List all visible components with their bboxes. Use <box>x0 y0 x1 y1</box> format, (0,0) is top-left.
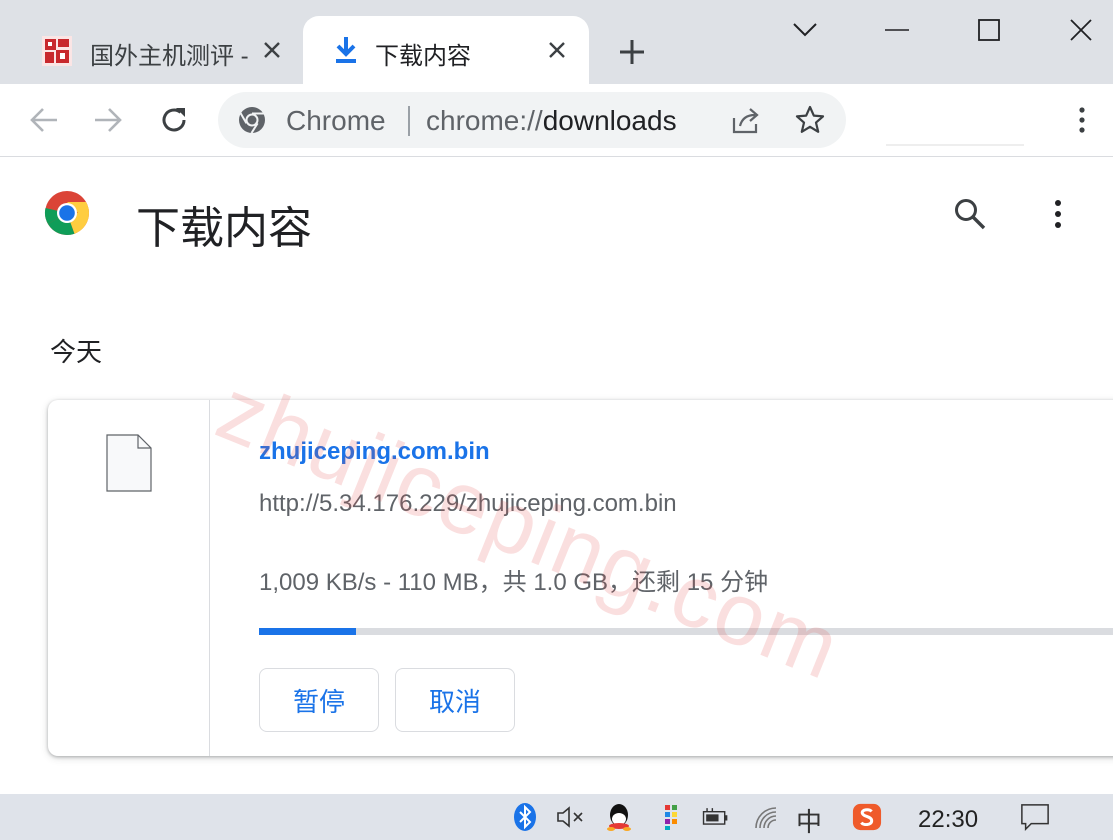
page-more-button[interactable] <box>1046 196 1070 232</box>
scheme-label: Chrome <box>286 105 386 136</box>
share-icon[interactable] <box>730 104 762 136</box>
address-bar[interactable]: Chrome chrome://downloads <box>218 92 846 148</box>
close-icon[interactable] <box>543 36 571 64</box>
tab-title: 国外主机测评 - <box>90 43 249 70</box>
qq-icon[interactable] <box>604 802 634 832</box>
toolbar-extension-area <box>886 144 1024 146</box>
date-heading: 今天 <box>50 337 103 367</box>
ime-indicator[interactable]: 中 <box>796 802 822 839</box>
chrome-logo-icon <box>44 191 90 235</box>
volume-muted-icon[interactable] <box>556 802 586 832</box>
reload-icon <box>162 108 186 132</box>
url-host: downloads <box>542 105 677 136</box>
download-icon <box>336 37 356 63</box>
tab-strip: 国外主机测评 - 下载内容 <box>0 0 1113 84</box>
chrome-menu-button[interactable] <box>1066 100 1098 140</box>
minimize-icon <box>885 29 909 31</box>
browser-toolbar: Chrome chrome://downloads <box>0 84 1113 157</box>
more-vertical-icon <box>1055 200 1061 228</box>
close-window-button[interactable] <box>1058 10 1104 50</box>
minimize-button[interactable] <box>874 10 920 50</box>
sogou-ime-icon[interactable] <box>852 802 882 832</box>
taskbar: 中 22:30 <box>0 794 1113 840</box>
site-logo-icon <box>42 36 72 66</box>
more-vertical-icon <box>1079 107 1085 133</box>
progress-bar <box>259 628 1113 635</box>
file-icon <box>106 434 152 492</box>
file-name-link[interactable]: zhujiceping.com.bin <box>259 438 490 466</box>
cancel-button[interactable]: 取消 <box>395 668 515 732</box>
search-icon[interactable] <box>952 196 988 232</box>
chrome-icon <box>239 107 265 134</box>
download-card: zhujiceping.com.bin http://5.34.176.229/… <box>48 400 1113 756</box>
close-icon <box>1070 19 1092 41</box>
tab-zhujiceping[interactable]: 国外主机测评 - <box>20 16 300 84</box>
reload-button[interactable] <box>154 100 194 140</box>
file-source-url[interactable]: http://5.34.176.229/zhujiceping.com.bin <box>259 490 677 518</box>
plus-icon <box>620 40 644 64</box>
tab-downloads[interactable]: 下载内容 <box>303 16 589 84</box>
maximize-button[interactable] <box>966 10 1012 50</box>
pause-button[interactable]: 暂停 <box>259 668 379 732</box>
progress-fill <box>259 628 356 635</box>
clock[interactable]: 22:30 <box>918 806 978 834</box>
wifi-icon[interactable] <box>752 802 782 832</box>
url-text[interactable]: chrome://downloads <box>426 105 677 137</box>
battery-icon[interactable] <box>700 802 730 832</box>
notification-icon[interactable] <box>1020 802 1050 832</box>
downloads-page: 下载内容 今天 zhujiceping.com.bin http://5.34.… <box>0 158 1113 794</box>
arrow-left-icon <box>30 108 57 132</box>
divider <box>408 106 410 136</box>
divider <box>209 400 210 756</box>
tab-title: 下载内容 <box>375 43 471 70</box>
url-prefix: chrome:// <box>426 105 543 136</box>
bluetooth-icon[interactable] <box>510 802 540 832</box>
star-icon[interactable] <box>794 104 826 136</box>
forward-button[interactable] <box>88 100 128 140</box>
download-status: 1,009 KB/s - 110 MB，共 1.0 GB，还剩 15 分钟 <box>259 569 769 596</box>
chevron-down-icon <box>793 23 817 37</box>
page-title: 下载内容 <box>136 204 312 253</box>
close-icon[interactable] <box>258 36 286 64</box>
tab-search-button[interactable] <box>782 10 828 50</box>
arrow-right-icon <box>95 108 122 132</box>
maximize-icon <box>978 19 1000 41</box>
new-tab-button[interactable] <box>612 32 652 72</box>
color-app-icon[interactable] <box>656 802 686 832</box>
back-button[interactable] <box>24 100 64 140</box>
